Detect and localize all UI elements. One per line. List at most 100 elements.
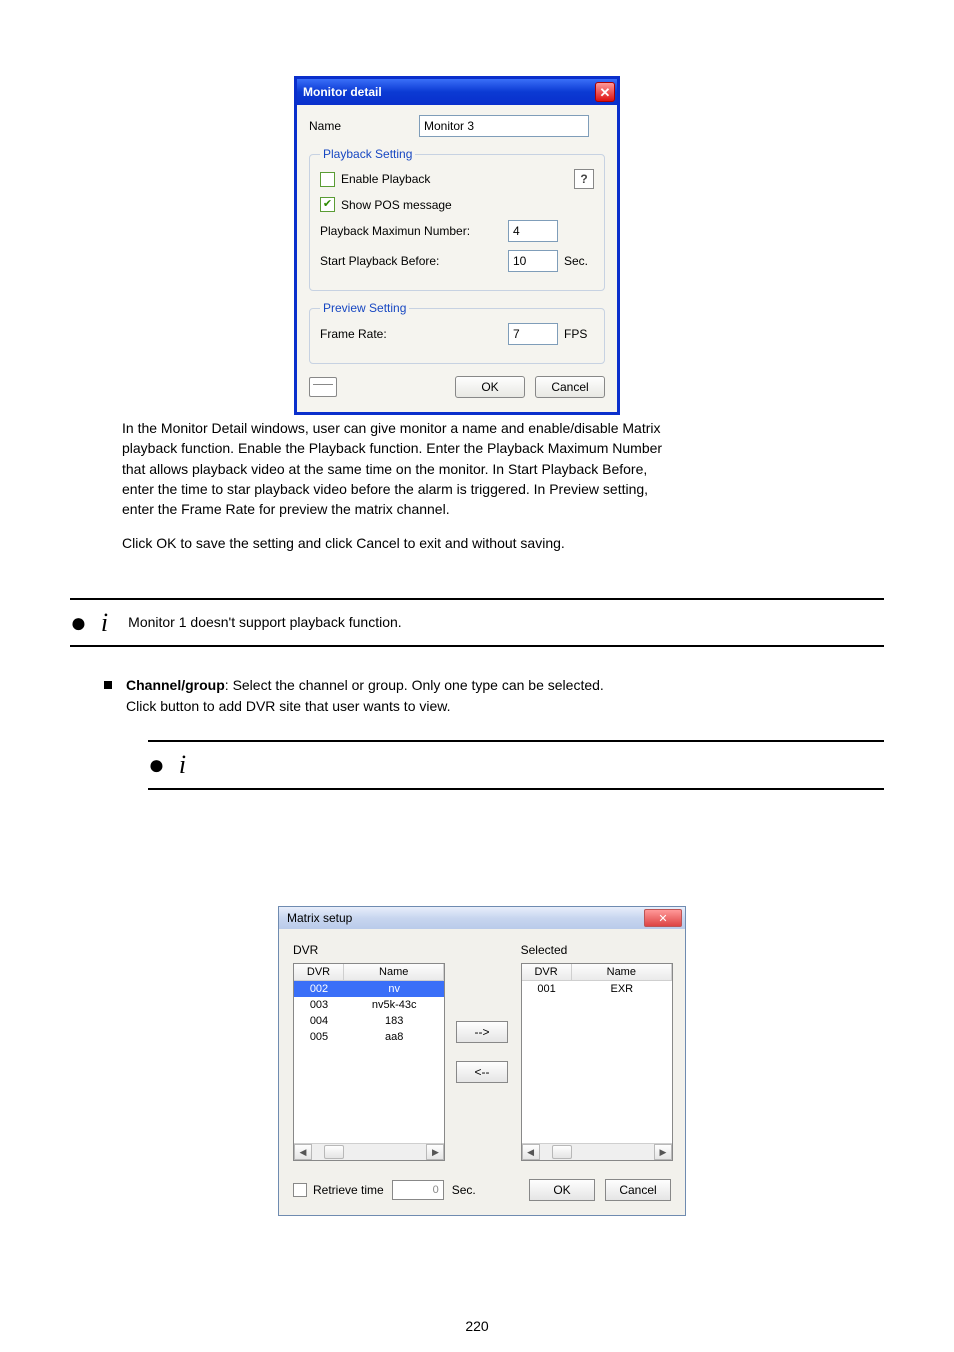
dvr-listview[interactable]: DVR Name 002 nv 003 nv5k-43c 004 — [293, 963, 445, 1161]
info-dot-icon: ● — [70, 609, 87, 637]
exp-line-1: In the Monitor Detail windows, user can … — [122, 418, 884, 438]
show-pos-label: Show POS message — [341, 198, 452, 212]
start-before-input[interactable] — [508, 250, 558, 272]
start-before-label: Start Playback Before: — [320, 254, 508, 268]
cell-name: 183 — [344, 1013, 444, 1029]
list-item[interactable]: 005 aa8 — [294, 1029, 444, 1045]
start-before-unit: Sec. — [564, 254, 594, 268]
cell-name: EXR — [572, 981, 672, 997]
info-text: Monitor 1 doesn't support playback funct… — [128, 612, 402, 632]
matrix-body: DVR DVR Name 002 nv 003 nv5k-43c — [279, 929, 685, 1215]
cell-dvr: 003 — [294, 997, 344, 1013]
selected-column-label: Selected — [521, 943, 671, 957]
enable-playback-label: Enable Playback — [341, 172, 430, 186]
bullet-text: Channel/group: Select the channel or gro… — [126, 675, 604, 716]
monitor-detail-title: Monitor detail — [303, 85, 382, 99]
col-header-dvr: DVR — [522, 964, 572, 980]
list-item[interactable]: 002 nv — [294, 981, 444, 997]
monitor-buttons-row: OK Cancel — [309, 374, 605, 398]
scroll-track[interactable] — [312, 1144, 426, 1160]
close-icon[interactable]: ✕ — [644, 909, 682, 927]
list-item[interactable]: 001 EXR — [522, 981, 672, 997]
bullet-title: Channel/group — [126, 677, 225, 693]
move-left-button[interactable]: <-- — [456, 1061, 508, 1083]
name-label: Name — [309, 119, 419, 133]
ok-button[interactable]: OK — [455, 376, 525, 398]
exp-line-4: enter the time to star playback video be… — [122, 479, 884, 499]
selected-column: Selected DVR Name 001 EXR ◀ — [521, 943, 671, 1161]
preview-legend: Preview Setting — [320, 301, 409, 315]
frame-rate-unit: FPS — [564, 327, 594, 341]
selected-hscrollbar[interactable]: ◀ ▶ — [522, 1143, 672, 1160]
matrix-mid-buttons: --> <-- — [455, 943, 508, 1161]
show-pos-row: ✔ Show POS message — [320, 197, 594, 212]
enable-playback-checkbox[interactable] — [320, 172, 335, 187]
bullet-body-2: Click button to add DVR site that user w… — [126, 696, 604, 716]
cell-name: nv5k-43c — [344, 997, 444, 1013]
info-i-icon-2: i — [179, 746, 186, 784]
playback-max-label: Playback Maximun Number: — [320, 224, 508, 238]
col-header-name: Name — [344, 964, 444, 980]
retrieve-time-checkbox[interactable] — [293, 1183, 307, 1197]
close-icon[interactable]: ✕ — [595, 82, 615, 102]
preview-setting-group: Preview Setting Frame Rate: FPS — [309, 301, 605, 364]
playback-max-row: Playback Maximun Number: — [320, 220, 594, 242]
matrix-titlebar: Matrix setup ✕ — [279, 907, 685, 929]
matrix-columns: DVR DVR Name 002 nv 003 nv5k-43c — [293, 943, 671, 1161]
matrix-ok-button[interactable]: OK — [529, 1179, 595, 1201]
scroll-left-icon[interactable]: ◀ — [294, 1144, 312, 1160]
page-number: 220 — [0, 1318, 954, 1334]
cell-dvr: 002 — [294, 981, 344, 997]
scroll-thumb[interactable] — [552, 1145, 572, 1159]
playback-legend: Playback Setting — [320, 147, 415, 161]
cell-name: aa8 — [344, 1029, 444, 1045]
playback-setting-group: Playback Setting Enable Playback ? ✔ Sho… — [309, 147, 605, 291]
scroll-thumb[interactable] — [324, 1145, 344, 1159]
cell-dvr: 001 — [522, 981, 572, 997]
exp-line-3: that allows playback video at the same t… — [122, 459, 884, 479]
dvr-list-header: DVR Name — [294, 964, 444, 981]
keyboard-icon[interactable] — [309, 377, 337, 397]
frame-rate-input[interactable] — [508, 323, 558, 345]
explanation-paragraph: In the Monitor Detail windows, user can … — [70, 418, 884, 790]
enable-playback-row: Enable Playback ? — [320, 169, 594, 189]
dvr-column: DVR DVR Name 002 nv 003 nv5k-43c — [293, 943, 443, 1161]
bullet-body-1: Select the channel or group. Only one ty… — [233, 677, 604, 693]
cell-name: nv — [344, 981, 444, 997]
info-banner: ● i Monitor 1 doesn't support playback f… — [70, 598, 884, 648]
list-item[interactable]: 004 183 — [294, 1013, 444, 1029]
move-right-button[interactable]: --> — [456, 1021, 508, 1043]
frame-rate-label: Frame Rate: — [320, 327, 508, 341]
matrix-bottom-row: Retrieve time Sec. OK Cancel — [293, 1179, 671, 1201]
frame-rate-row: Frame Rate: FPS — [320, 323, 594, 345]
cancel-button[interactable]: Cancel — [535, 376, 605, 398]
exp-line-2: playback function. Enable the Playback f… — [122, 438, 884, 458]
list-item[interactable]: 003 nv5k-43c — [294, 997, 444, 1013]
info-banner-2: ● i — [148, 740, 884, 790]
retrieve-time-input[interactable] — [392, 1180, 444, 1200]
monitor-detail-body: Name Playback Setting Enable Playback ? … — [297, 105, 617, 412]
dvr-column-label: DVR — [293, 943, 443, 957]
scroll-track[interactable] — [540, 1144, 654, 1160]
monitor-detail-titlebar: Monitor detail ✕ — [297, 79, 617, 105]
exp-line-6: Click OK to save the setting and click C… — [122, 533, 884, 553]
retrieve-time-unit: Sec. — [452, 1183, 476, 1197]
start-before-row: Start Playback Before: Sec. — [320, 250, 594, 272]
matrix-setup-dialog: Matrix setup ✕ DVR DVR Name 002 nv — [278, 906, 686, 1216]
playback-max-input[interactable] — [508, 220, 558, 242]
selected-listview[interactable]: DVR Name 001 EXR ◀ ▶ — [521, 963, 673, 1161]
matrix-title: Matrix setup — [287, 911, 644, 925]
help-icon[interactable]: ? — [574, 169, 594, 189]
info-i-icon: i — [101, 604, 108, 642]
show-pos-checkbox[interactable]: ✔ — [320, 197, 335, 212]
scroll-left-icon[interactable]: ◀ — [522, 1144, 540, 1160]
dvr-hscrollbar[interactable]: ◀ ▶ — [294, 1143, 444, 1160]
cell-dvr: 004 — [294, 1013, 344, 1029]
scroll-right-icon[interactable]: ▶ — [654, 1144, 672, 1160]
scroll-right-icon[interactable]: ▶ — [426, 1144, 444, 1160]
bullet-item-channel-group: Channel/group: Select the channel or gro… — [104, 675, 884, 716]
bullet-square-icon — [104, 681, 112, 689]
matrix-cancel-button[interactable]: Cancel — [605, 1179, 671, 1201]
selected-list-header: DVR Name — [522, 964, 672, 981]
name-input[interactable] — [419, 115, 589, 137]
